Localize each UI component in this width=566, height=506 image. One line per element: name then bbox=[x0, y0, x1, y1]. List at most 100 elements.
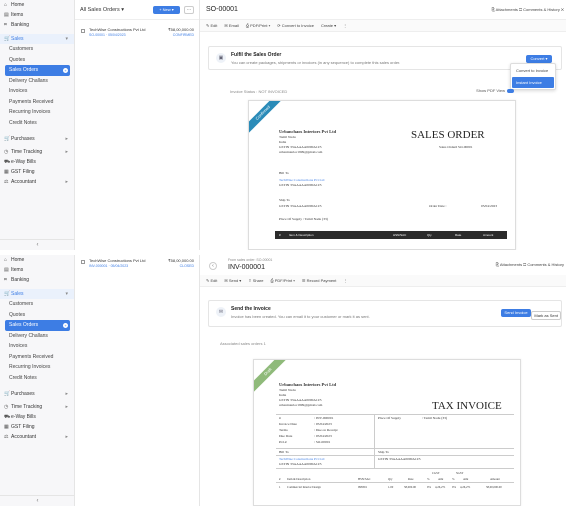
company-gstin: GSTIN 33AAAAA0000A1Z5 bbox=[279, 398, 322, 402]
sidebar-item-eway-bills[interactable]: ⛟ e-Way Bills bbox=[0, 157, 74, 167]
associated-sales-orders[interactable]: Associated sales orders 1 bbox=[220, 341, 266, 346]
divider bbox=[276, 448, 514, 449]
sidebar-item-credit-notes[interactable]: Credit Notes bbox=[0, 373, 74, 384]
sidebar-item-items[interactable]: ▤ Items bbox=[0, 10, 74, 20]
more-options-button[interactable]: ··· bbox=[184, 6, 194, 14]
sidebar-item-purchases[interactable]: 🛒 Purchases ▸ bbox=[0, 134, 74, 144]
sidebar-item-invoices[interactable]: Invoices bbox=[0, 341, 74, 352]
sidebar-item-label: e-Way Bills bbox=[11, 159, 36, 165]
convert-to-invoice-option[interactable]: Convert to Invoice bbox=[512, 65, 554, 76]
sidebar-item-sales-orders[interactable]: Sales Orders + bbox=[5, 320, 70, 331]
send-button[interactable]: ✉ Send ▾ bbox=[224, 278, 241, 283]
sidebar-item-sales-orders[interactable]: Sales Orders + bbox=[5, 65, 70, 76]
row-checkbox[interactable] bbox=[81, 260, 85, 264]
sidebar-item-label: Sales Orders bbox=[9, 67, 39, 74]
bill-to-customer[interactable]: TechWise Constructions Pvt Ltd bbox=[279, 178, 324, 182]
email-button[interactable]: ✉ Email bbox=[224, 23, 238, 28]
sidebar-item-banking[interactable]: ⌗ Banking bbox=[0, 275, 74, 285]
collapse-sidebar-button[interactable]: ‹ bbox=[0, 495, 75, 504]
sidebar-item-accountant[interactable]: ⚖ Accountant ▸ bbox=[0, 432, 74, 442]
chevron-right-icon: ▸ bbox=[65, 434, 68, 440]
cart-icon: 🛒 bbox=[4, 36, 11, 42]
sales-order-list: All Sales Orders ▾ + New ▾ ··· TechWise … bbox=[75, 0, 200, 250]
chevron-right-icon: ▸ bbox=[65, 136, 68, 142]
invoice-list: TechWise Constructions Pvt Ltd INV-00000… bbox=[75, 255, 200, 506]
sidebar-item-delivery-challans[interactable]: Delivery Challans bbox=[0, 331, 74, 342]
company-email: urbaninterior1999@gmail.com bbox=[279, 150, 323, 154]
pdf-print-button[interactable]: ⎙ PDF/Print ▾ bbox=[246, 23, 270, 28]
pdf-print-button[interactable]: ⎙ PDF/Print ▾ bbox=[270, 278, 294, 283]
company-address-line: India bbox=[279, 140, 287, 144]
sidebar-item-delivery-challans[interactable]: Delivery Challans bbox=[0, 76, 74, 87]
more-icon[interactable]: ⋮ bbox=[343, 278, 347, 283]
column-subheader: Amt bbox=[463, 477, 469, 481]
sidebar-item-home[interactable]: ⌂ Home bbox=[0, 255, 74, 265]
sidebar-item-recurring-invoices[interactable]: Recurring Invoices bbox=[0, 362, 74, 373]
header-actions[interactable]: ⎘ Attachments ☐ Comments & History ✕ bbox=[492, 7, 564, 12]
sidebar-item-accountant[interactable]: ⚖ Accountant ▸ bbox=[0, 177, 74, 187]
order-date-label: Order Date : bbox=[429, 204, 447, 208]
line-item-cell: 9% bbox=[427, 485, 431, 489]
sidebar-item-gst-filing[interactable]: ▦ GST Filing bbox=[0, 167, 74, 177]
column-header: HSN/SAC bbox=[393, 233, 407, 237]
sidebar-item-payments-received[interactable]: Payments Received bbox=[0, 352, 74, 363]
sidebar-item-sales[interactable]: 🛒 Sales ▾ bbox=[0, 289, 74, 299]
sidebar-item-eway-bills[interactable]: ⛟ e-Way Bills bbox=[0, 412, 74, 422]
sidebar-item-recurring-invoices[interactable]: Recurring Invoices bbox=[0, 107, 74, 118]
edit-button[interactable]: ✎ Edit bbox=[206, 23, 217, 28]
sidebar-item-label: Time Tracking bbox=[11, 404, 43, 410]
sidebar-item-label: Accountant bbox=[11, 434, 37, 440]
list-item[interactable]: TechWise Constructions Pvt Ltd SO-00001 … bbox=[75, 26, 200, 42]
convert-to-invoice-button[interactable]: ⟳ Convert to Invoice bbox=[277, 23, 314, 28]
invoice-document: Draft Urbanchaos Interiors Pvt Ltd Tamil… bbox=[253, 359, 521, 506]
sidebar: ⌂ Home ▤ Items ⌗ Banking 🛒 Sales ▾ Customers … bbox=[0, 0, 75, 250]
sidebar-item-banking[interactable]: ⌗ Banking bbox=[0, 20, 74, 30]
sidebar-item-purchases[interactable]: 🛒 Purchases ▸ bbox=[0, 389, 74, 399]
sidebar-item-quotes[interactable]: Quotes bbox=[0, 310, 74, 321]
sidebar-item-customers[interactable]: Customers bbox=[0, 299, 74, 310]
source-sales-order[interactable]: From sales order: SO-00001 bbox=[228, 258, 272, 262]
list-view-selector[interactable]: All Sales Orders ▾ bbox=[75, 0, 199, 20]
company-address-line: Tamil Nadu bbox=[279, 135, 296, 139]
list-item[interactable]: TechWise Constructions Pvt Ltd INV-00000… bbox=[75, 257, 200, 273]
edit-button[interactable]: ✎ Edit bbox=[206, 278, 217, 283]
record-payment-button[interactable]: ☰ Record Payment bbox=[302, 278, 337, 283]
sidebar-item-invoices[interactable]: Invoices bbox=[0, 86, 74, 97]
due-date-label: Due Date bbox=[279, 434, 293, 438]
collapse-sidebar-button[interactable]: ‹ bbox=[0, 239, 75, 248]
column-header: Rate bbox=[408, 477, 414, 481]
terms: : Due on Receipt bbox=[314, 428, 338, 432]
send-invoice-button[interactable]: Send Invoice bbox=[501, 309, 531, 317]
toggle-switch[interactable] bbox=[507, 88, 514, 93]
sidebar-item-payments-received[interactable]: Payments Received bbox=[0, 97, 74, 108]
back-button[interactable]: ‹ bbox=[209, 262, 217, 270]
new-button[interactable]: + New ▾ bbox=[153, 6, 180, 14]
invoice-amount: ₹58,00,000.00 bbox=[168, 258, 194, 263]
bill-to-customer[interactable]: TechWise Constructions Pvt Ltd bbox=[279, 457, 324, 461]
share-button[interactable]: ⇪ Share bbox=[248, 278, 263, 283]
sidebar-item-time-tracking[interactable]: ◷ Time Tracking ▸ bbox=[0, 402, 74, 412]
sidebar-item-quotes[interactable]: Quotes bbox=[0, 55, 74, 66]
plus-icon[interactable]: + bbox=[63, 322, 68, 328]
mark-as-sent-button[interactable]: Mark as Sent bbox=[531, 311, 561, 320]
sidebar-item-time-tracking[interactable]: ◷ Time Tracking ▸ bbox=[0, 147, 74, 157]
sidebar-item-home[interactable]: ⌂ Home bbox=[0, 0, 74, 10]
instant-invoice-option[interactable]: Instant Invoice bbox=[512, 77, 554, 88]
cart-icon: 🛒 bbox=[4, 291, 11, 297]
sidebar-item-label: Time Tracking bbox=[11, 149, 43, 155]
accountant-icon: ⚖ bbox=[4, 179, 9, 185]
pdf-view-toggle[interactable]: Show PDF View bbox=[476, 88, 514, 93]
more-icon[interactable]: ⋮ bbox=[343, 23, 347, 28]
create-button[interactable]: Create ▾ bbox=[321, 23, 336, 28]
sidebar-item-credit-notes[interactable]: Credit Notes bbox=[0, 118, 74, 129]
plus-icon[interactable]: + bbox=[63, 67, 68, 73]
row-checkbox[interactable] bbox=[81, 29, 85, 33]
sidebar-item-gst-filing[interactable]: ▦ GST Filing bbox=[0, 422, 74, 432]
ship-to-gstin: GSTIN 33AAAAA0000A1Z5 bbox=[378, 457, 421, 461]
header-actions[interactable]: ⎘ Attachments ☐ Comments & History bbox=[496, 262, 564, 267]
sidebar-item-sales[interactable]: 🛒 Sales ▾ bbox=[0, 34, 74, 44]
convert-button[interactable]: Convert ▾ bbox=[526, 55, 552, 63]
sidebar-item-items[interactable]: ▤ Items bbox=[0, 265, 74, 275]
bill-to-gstin: GSTIN 33AAAAA0000A1Z5 bbox=[279, 183, 322, 187]
sidebar-item-customers[interactable]: Customers bbox=[0, 44, 74, 55]
